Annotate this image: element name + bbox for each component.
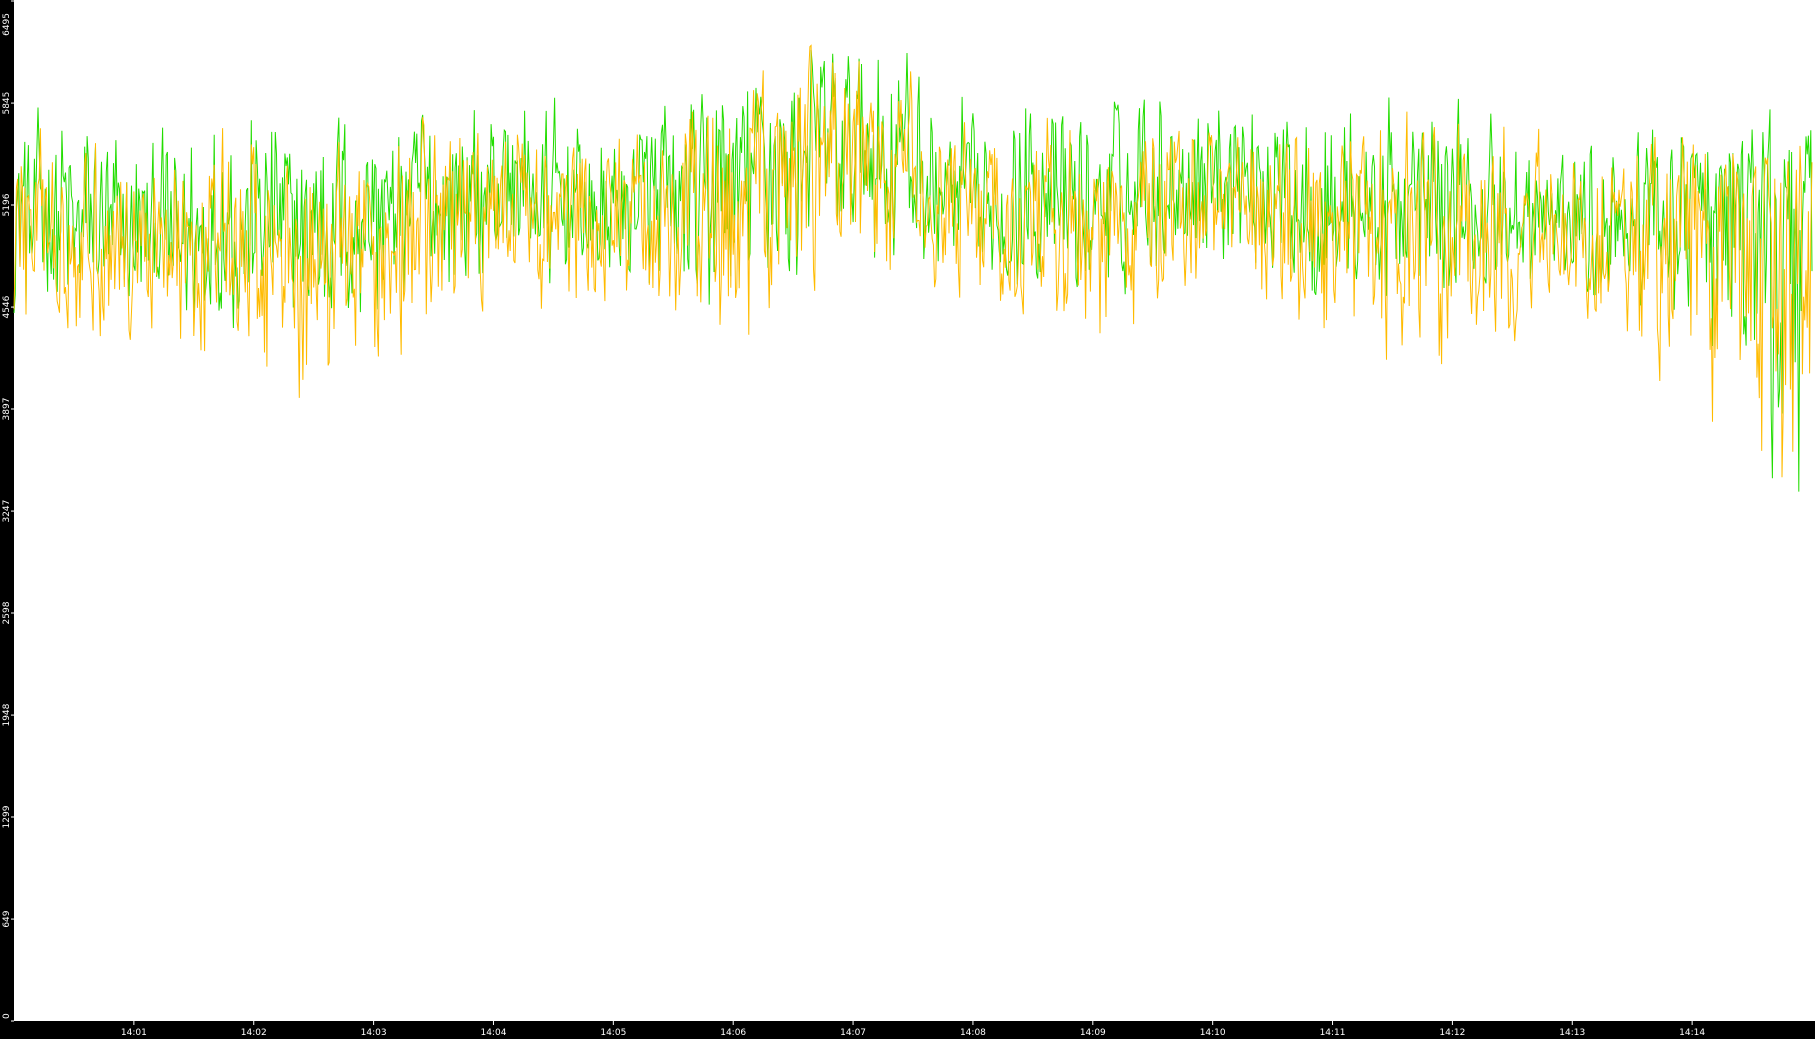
y-tick-label: 649	[2, 910, 12, 927]
x-tick-label: 14:01	[121, 1028, 147, 1038]
x-tick-label: 14:05	[600, 1028, 626, 1038]
y-tick-label: 1299	[2, 805, 12, 828]
y-tick-label: 1948	[2, 703, 12, 726]
x-tick-label: 14:08	[960, 1028, 986, 1038]
x-tick-label: 14:14	[1679, 1028, 1705, 1038]
chart-svg: 0 649 1299 1948 2598 3247 3897 4546 5196 5845 6495…	[0, 0, 1815, 1039]
x-tick-label: 14:09	[1080, 1028, 1106, 1038]
line-chart: 0 649 1299 1948 2598 3247 3897 4546 5196 5845 6495…	[0, 0, 1815, 1039]
x-tick-label: 14:10	[1200, 1028, 1226, 1038]
y-tick-label: 3897	[2, 398, 12, 421]
y-tick-label: 6495	[2, 13, 12, 36]
x-tick-label: 14:13	[1559, 1028, 1585, 1038]
x-tick-label: 14:04	[480, 1028, 506, 1038]
x-tick-label: 14:02	[241, 1028, 267, 1038]
y-tick-label: 3247	[2, 500, 12, 523]
x-tick-label: 14:12	[1439, 1028, 1465, 1038]
x-tick-label: 14:11	[1320, 1028, 1346, 1038]
y-tick-label: 0	[2, 1013, 12, 1019]
y-tick-label: 5196	[2, 193, 12, 216]
x-tick-label: 14:06	[720, 1028, 746, 1038]
x-tick-label: 14:07	[840, 1028, 866, 1038]
x-axis-band	[0, 1021, 1815, 1039]
y-tick-label: 5845	[2, 92, 12, 115]
y-tick-label: 4546	[2, 295, 12, 318]
x-tick-label: 14:03	[361, 1028, 387, 1038]
y-tick-label: 2598	[2, 601, 12, 624]
